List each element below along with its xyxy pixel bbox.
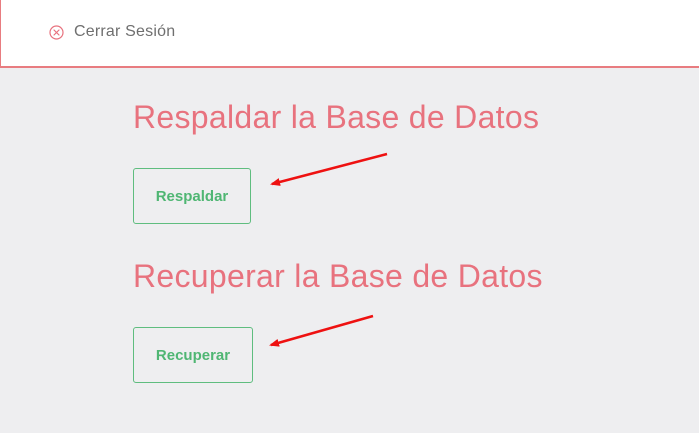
restore-button[interactable]: Recuperar bbox=[133, 327, 253, 383]
restore-section-title: Recuperar la Base de Datos bbox=[133, 258, 543, 294]
main-content: Respaldar la Base de Datos Respaldar Rec… bbox=[0, 70, 699, 433]
backup-button[interactable]: Respaldar bbox=[133, 168, 251, 224]
header-left-border bbox=[0, 0, 1, 68]
close-circle-icon bbox=[49, 24, 64, 40]
backup-section-title: Respaldar la Base de Datos bbox=[133, 99, 540, 135]
top-header: Cerrar Sesión bbox=[0, 0, 699, 68]
logout-link[interactable]: Cerrar Sesión bbox=[49, 23, 175, 41]
logout-label: Cerrar Sesión bbox=[74, 23, 176, 40]
